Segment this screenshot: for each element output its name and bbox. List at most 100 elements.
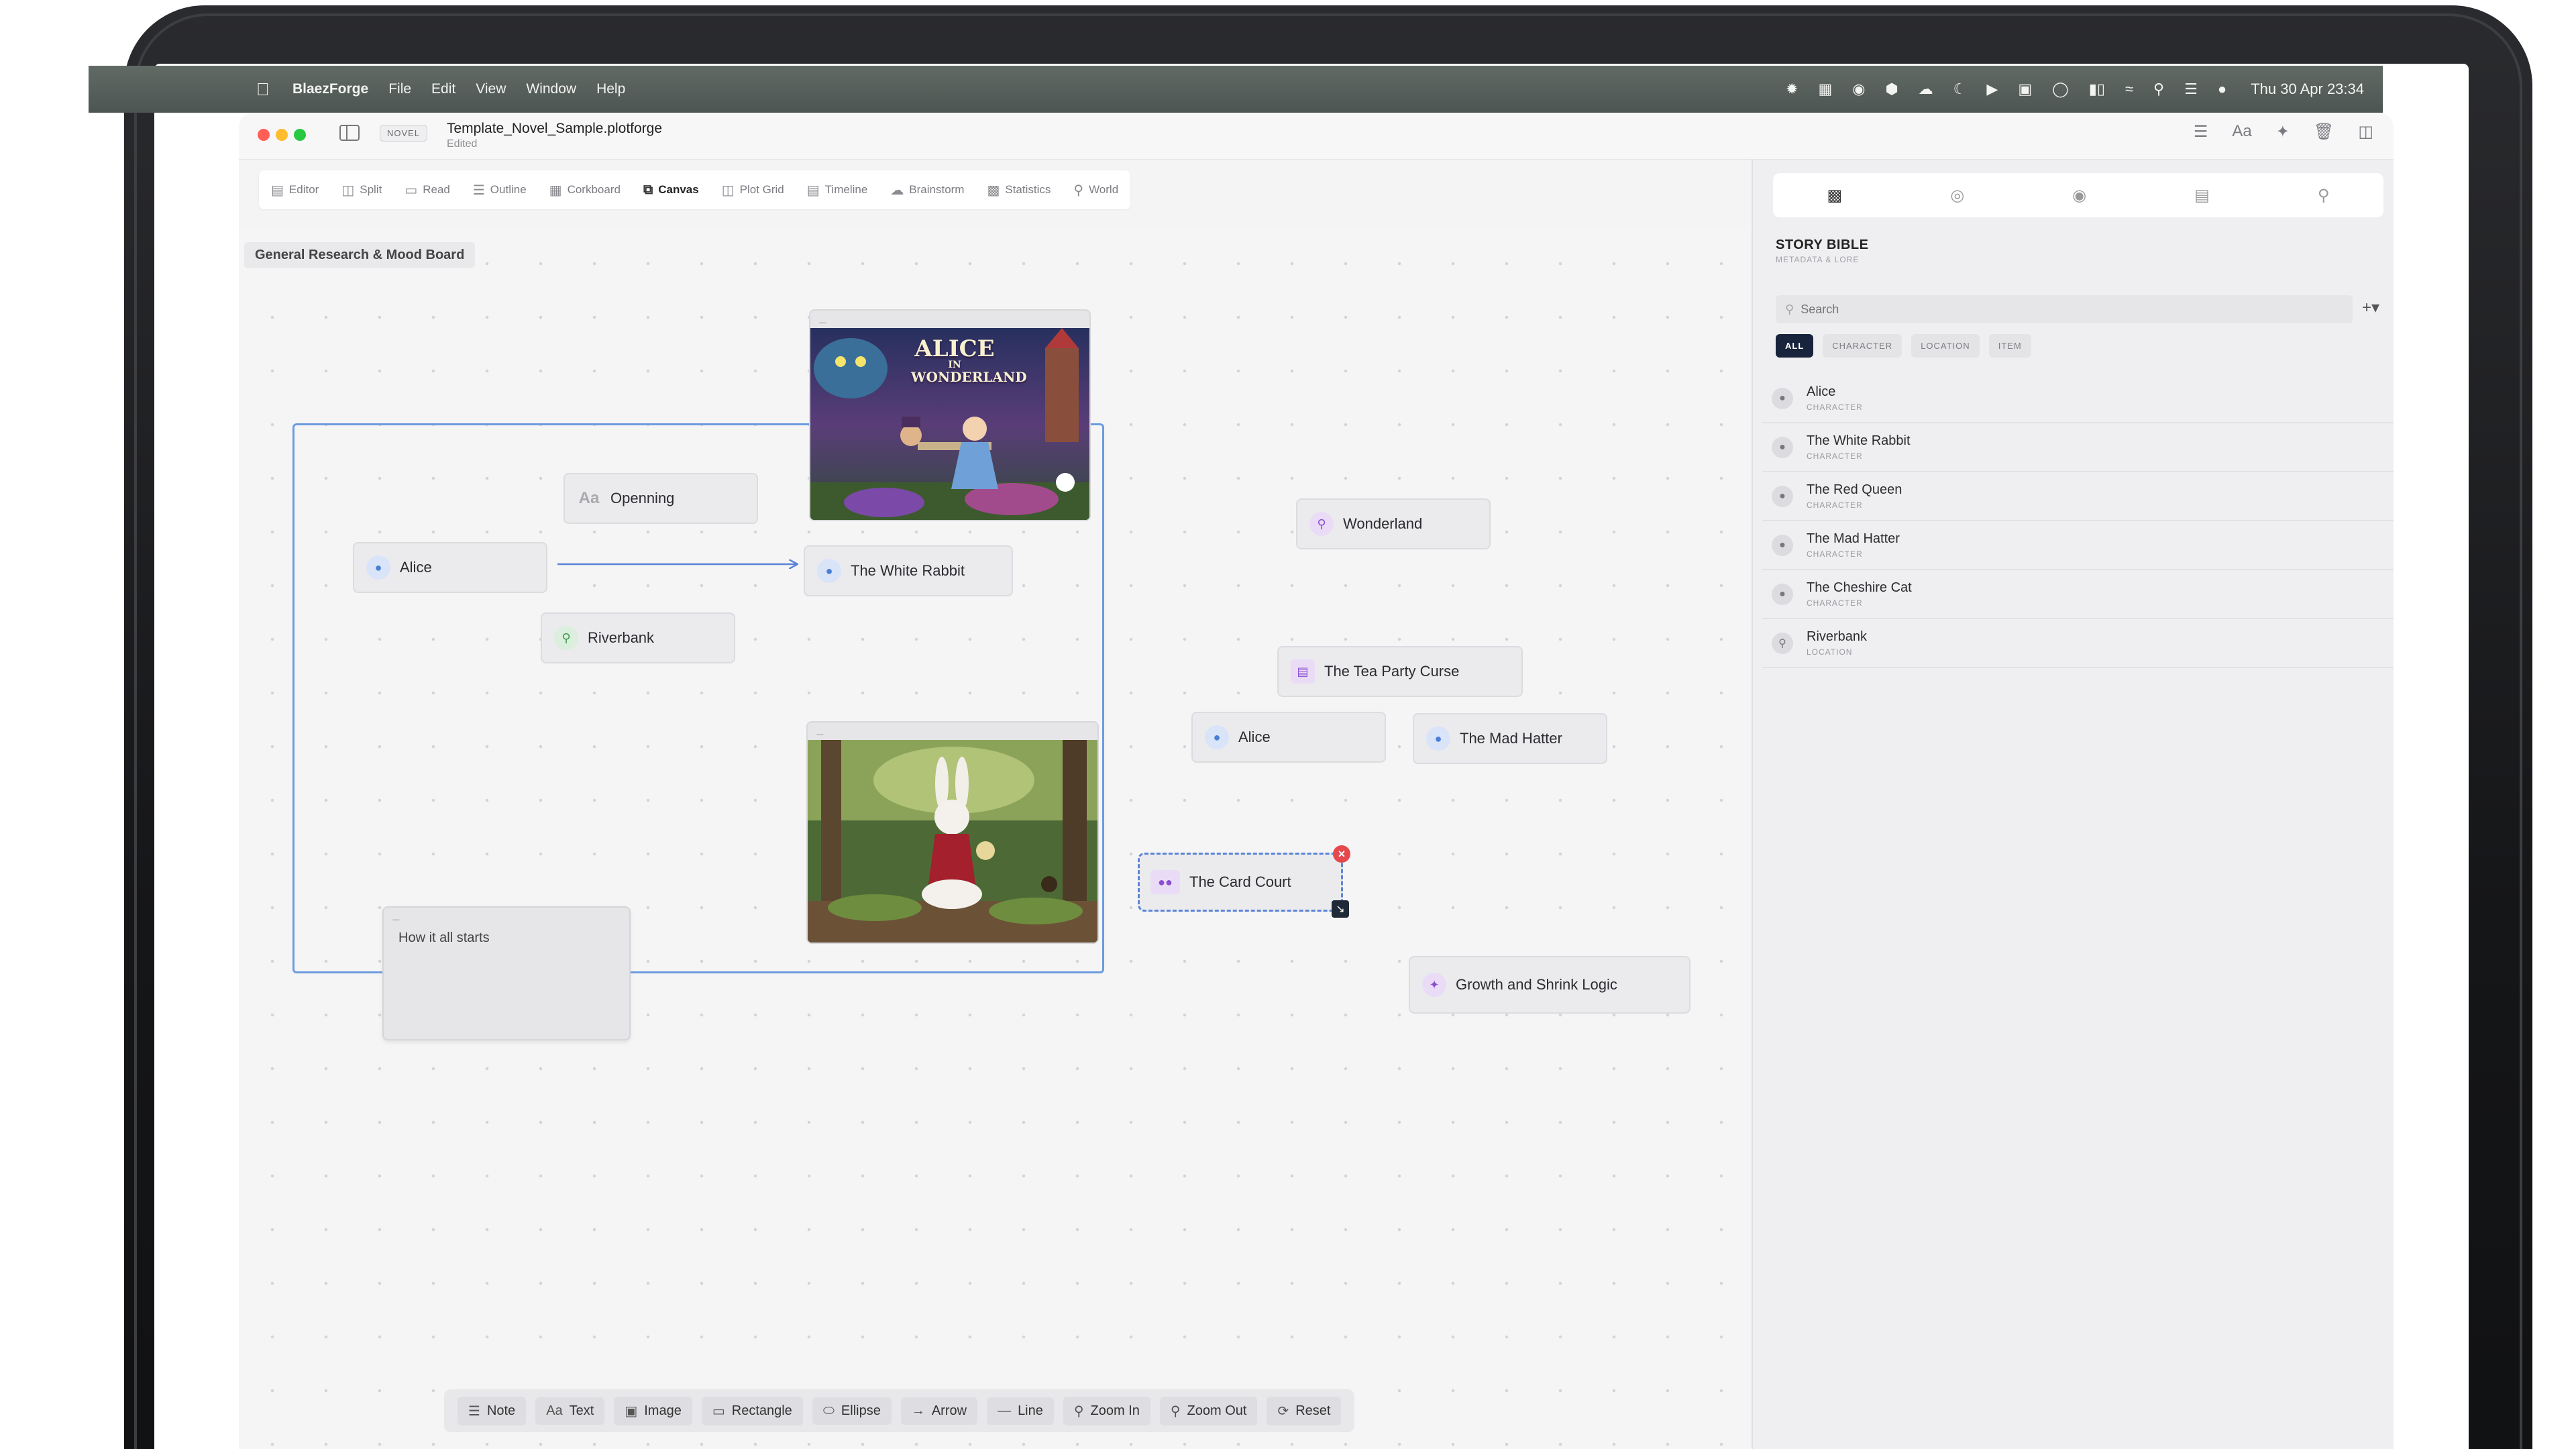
brainstorm-icon: ☁ <box>890 182 904 198</box>
tab-timeline[interactable]: ▤ Timeline <box>807 182 868 199</box>
wifi-icon[interactable]: ≈ <box>2125 80 2133 98</box>
filter-character[interactable]: CHARACTER <box>1823 334 1902 358</box>
list-item[interactable]: ● The Cheshire Cat CHARACTER <box>1762 570 2394 619</box>
tool-line-button[interactable]: — Line <box>987 1397 1054 1425</box>
inspector-tab-eye-icon[interactable]: ◉ <box>2072 186 2086 205</box>
siri-icon[interactable]: ● <box>2218 80 2226 98</box>
apple-menu-icon[interactable]:  <box>256 79 283 100</box>
tab-brainstorm[interactable]: ☁ Brainstorm <box>890 182 964 199</box>
menu-edit[interactable]: Edit <box>431 81 455 97</box>
cloud-icon[interactable]: ☁ <box>1919 80 1933 98</box>
inspector-tab-target-icon[interactable]: ◎ <box>1950 186 1964 205</box>
tool-arrow-button[interactable]: → Arrow <box>900 1397 978 1425</box>
character-node-alice[interactable]: ● Alice <box>353 542 547 593</box>
user-icon[interactable]: ◯ <box>2052 80 2069 98</box>
drag-handle-icon[interactable]: ⚊ <box>384 908 629 925</box>
tab-editor[interactable]: ▤ Editor <box>271 182 319 199</box>
play-icon[interactable]: ▶ <box>1986 80 1998 98</box>
menu-window[interactable]: Window <box>526 81 576 97</box>
inspector-tab-search-icon[interactable]: ⚲ <box>2318 186 2330 205</box>
drag-handle-icon[interactable]: ⚊ <box>810 311 1089 328</box>
menu-file[interactable]: File <box>388 81 411 97</box>
reset-view-button[interactable]: ⟳ Reset <box>1267 1396 1342 1426</box>
list-item[interactable]: ● The Red Queen CHARACTER <box>1762 472 2394 521</box>
drag-handle-icon[interactable]: ⚊ <box>808 722 1097 740</box>
character-node-mad-hatter[interactable]: ● The Mad Hatter <box>1413 713 1607 764</box>
canvas-area[interactable]: General Research & Mood Board ⚊ ALICE IN… <box>239 230 1752 1449</box>
input-source-icon[interactable]: ▣ <box>2018 80 2032 98</box>
arrow-icon: → <box>911 1403 925 1418</box>
location-node-riverbank[interactable]: ⚲ Riverbank <box>541 612 735 663</box>
rabbit-image <box>808 740 1097 943</box>
menu-help[interactable]: Help <box>596 81 625 97</box>
delete-node-icon[interactable]: × <box>1333 845 1350 863</box>
menu-app-name[interactable]: BlaezForge <box>292 81 368 97</box>
filter-item[interactable]: ITEM <box>1988 334 2031 358</box>
character-node-alice-secondary[interactable]: ● Alice <box>1191 712 1386 763</box>
tool-image-button[interactable]: ▣ Image <box>614 1396 692 1426</box>
zoom-window-button[interactable] <box>294 129 306 141</box>
font-icon[interactable]: Aa <box>2232 122 2251 142</box>
image-card-rabbit[interactable]: ⚊ <box>806 721 1099 944</box>
inspector-tab-calendar-icon[interactable]: ▤ <box>2194 186 2210 205</box>
ellipse-icon: ⬭ <box>822 1403 835 1418</box>
tool-rectangle-button[interactable]: ▭ Rectangle <box>701 1396 803 1426</box>
list-item[interactable]: ⚲ Riverbank LOCATION <box>1762 619 2394 668</box>
brightness-icon[interactable]: ✹ <box>1786 80 1798 98</box>
inspector-tab-library-icon[interactable]: ▩ <box>1827 186 1843 205</box>
zoom-in-button[interactable]: ⚲ Zoom In <box>1063 1396 1150 1426</box>
tab-split[interactable]: ◫ Split <box>341 182 382 199</box>
image-card-poster[interactable]: ⚊ ALICE IN WONDERLAND <box>809 309 1091 521</box>
close-window-button[interactable] <box>258 129 270 141</box>
filter-all[interactable]: ALL <box>1776 334 1814 358</box>
menu-view[interactable]: View <box>476 81 506 97</box>
list-item[interactable]: ● Alice CHARACTER <box>1762 374 2394 423</box>
spotlight-search-icon[interactable]: ⚲ <box>2153 80 2164 98</box>
tool-ellipse-button[interactable]: ⬭ Ellipse <box>812 1397 892 1425</box>
character-node-white-rabbit[interactable]: ● The White Rabbit <box>804 545 1013 596</box>
project-type-badge: NOVEL <box>380 125 428 142</box>
zoom-out-button[interactable]: ⚲ Zoom Out <box>1159 1396 1258 1426</box>
plot-node-tea-party-curse[interactable]: ▤ The Tea Party Curse <box>1277 646 1523 697</box>
person-icon: ● <box>1205 725 1229 749</box>
filter-location[interactable]: LOCATION <box>1911 334 1980 358</box>
tab-statistics[interactable]: ▩ Statistics <box>987 182 1051 199</box>
list-item[interactable]: ● The White Rabbit CHARACTER <box>1762 423 2394 472</box>
moon-icon[interactable]: ☾ <box>1953 80 1967 98</box>
magic-wand-icon[interactable]: ✦ <box>2276 122 2290 142</box>
tab-outline[interactable]: ☰ Outline <box>473 182 527 199</box>
add-entry-button[interactable]: +▾ <box>2362 298 2379 317</box>
board-label[interactable]: General Research & Mood Board <box>244 242 476 268</box>
tab-plot-grid[interactable]: ◫ Plot Grid <box>722 182 784 199</box>
list-icon[interactable]: ☰ <box>2194 122 2208 142</box>
statistics-icon: ▩ <box>987 182 1000 198</box>
trash-icon[interactable]: 🗑 <box>2314 122 2334 142</box>
app-status-icon[interactable]: ◉ <box>1852 80 1865 98</box>
control-center-icon[interactable]: ☰ <box>2184 80 2198 98</box>
poster-title: ALICE IN WONDERLAND <box>911 335 1027 385</box>
box-icon[interactable]: ⬢ <box>1885 80 1898 98</box>
list-item[interactable]: ● The Mad Hatter CHARACTER <box>1762 521 2394 570</box>
battery-icon[interactable]: ▮▯ <box>2089 80 2105 98</box>
group-node-card-court[interactable]: ●● The Card Court × ↘ <box>1138 845 1350 918</box>
world-node-wonderland[interactable]: ⚲ Wonderland <box>1296 498 1491 549</box>
tool-note-button[interactable]: ☰ Note <box>458 1396 527 1426</box>
tab-world[interactable]: ⚲ World <box>1073 182 1118 199</box>
inspector-toggle-icon[interactable]: ◫ <box>2358 122 2373 142</box>
tab-read[interactable]: ▭ Read <box>405 182 450 199</box>
search-input[interactable] <box>1801 302 2324 317</box>
sidebar-toggle-icon[interactable] <box>339 125 360 141</box>
tab-canvas[interactable]: ⧉ Canvas <box>643 182 699 198</box>
extension-icon[interactable]: ▦ <box>1818 80 1832 98</box>
tool-text-button[interactable]: Aa Text <box>535 1397 605 1425</box>
text-node-openning[interactable]: Aa Openning <box>564 473 758 524</box>
panel-subtitle: METADATA & LORE <box>1776 255 1860 264</box>
menu-clock[interactable]: Thu 30 Apr 23:34 <box>2251 80 2364 98</box>
minimize-window-button[interactable] <box>276 129 288 141</box>
search-field[interactable]: ⚲ <box>1776 295 2353 323</box>
resize-handle-icon[interactable]: ↘ <box>1332 900 1349 918</box>
sticky-note[interactable]: ⚊ How it all starts <box>382 906 631 1040</box>
lore-node-growth-shrink-logic[interactable]: ✦ Growth and Shrink Logic <box>1409 956 1690 1014</box>
tab-corkboard[interactable]: ▦ Corkboard <box>549 182 621 199</box>
text-icon: Aa <box>546 1403 563 1418</box>
